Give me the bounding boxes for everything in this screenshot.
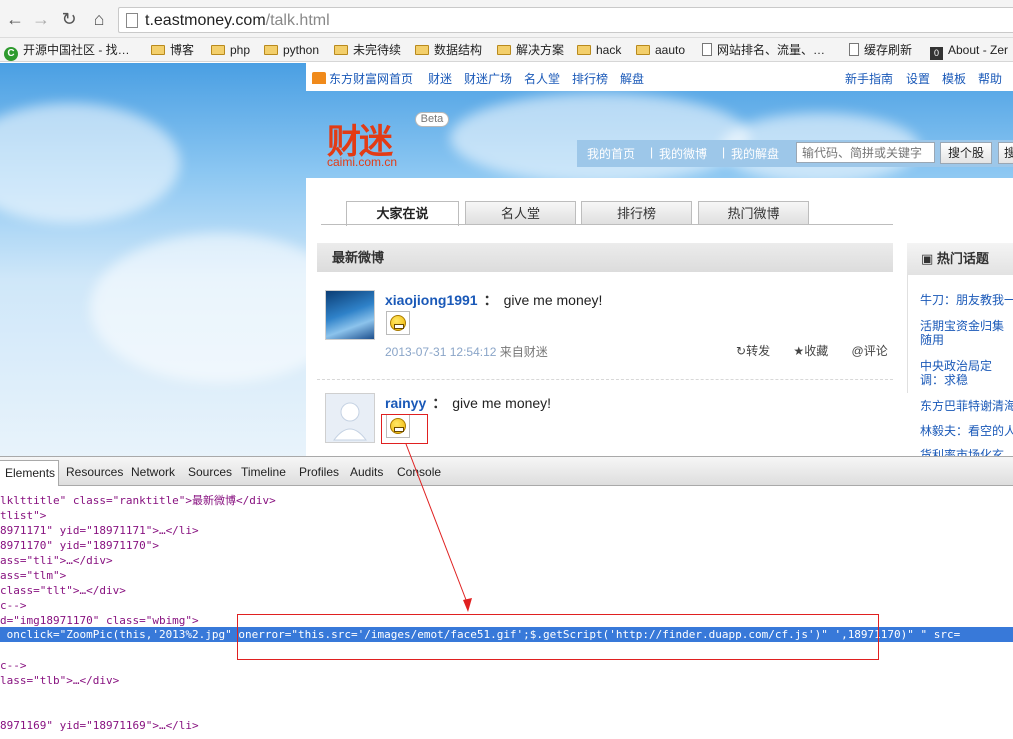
- annotation-arrow: [405, 443, 472, 612]
